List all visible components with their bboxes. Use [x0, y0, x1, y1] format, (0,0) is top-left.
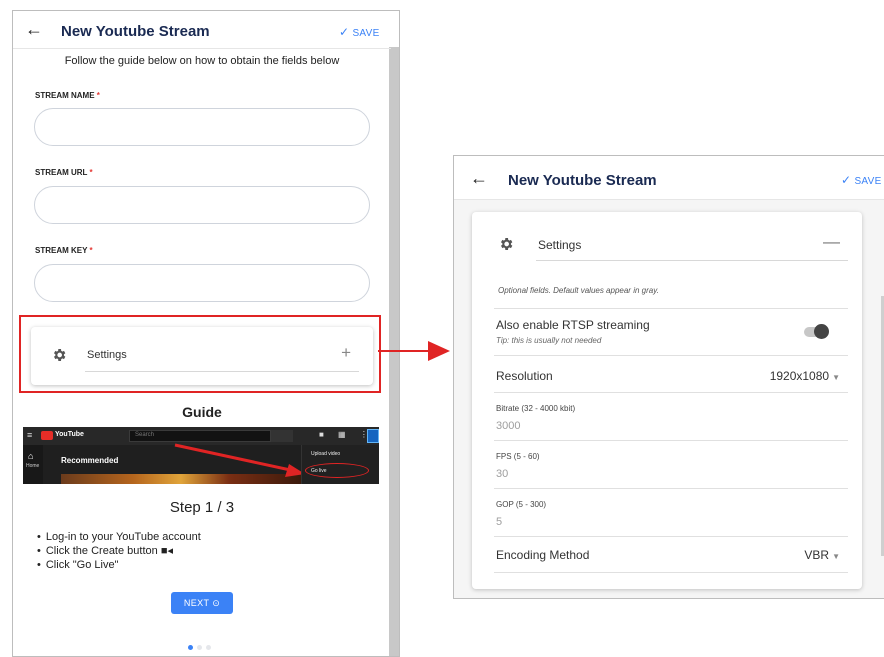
youtube-logo-icon	[41, 431, 53, 440]
yt-logo-text: YouTube	[55, 431, 84, 438]
check-icon: ✓	[841, 173, 852, 187]
encoding-label: Encoding Method	[496, 548, 590, 562]
stream-url-input[interactable]	[34, 186, 370, 224]
fps-label: FPS (5 - 60)	[496, 452, 540, 461]
right-header: ← New Youtube Stream ✓ SAVE	[454, 156, 884, 200]
save-button[interactable]: ✓ SAVE	[841, 173, 882, 187]
carousel-dot-active[interactable]	[188, 645, 193, 650]
toggle-knob	[814, 324, 829, 339]
rtsp-label: Also enable RTSP streaming	[496, 318, 650, 332]
divider	[494, 392, 848, 393]
divider	[85, 371, 359, 372]
encoding-select[interactable]: VBR ▼	[804, 548, 840, 562]
guide-heading: Guide	[182, 404, 222, 420]
divider	[494, 536, 848, 537]
yt-search-placeholder: Search	[135, 432, 155, 438]
divider	[494, 488, 848, 489]
next-button[interactable]: NEXT ⊙	[171, 592, 233, 614]
bitrate-label: Bitrate (32 - 4000 kbit)	[496, 404, 576, 413]
divider	[536, 260, 848, 261]
settings-expander[interactable]: Settings +	[31, 327, 373, 385]
rtsp-tip: Tip: this is usually not needed	[496, 336, 602, 345]
connector-line	[378, 350, 430, 352]
yt-home-label: Home	[26, 463, 40, 469]
yt-avatar	[367, 429, 379, 443]
list-item: Click the Create button ■◂	[37, 544, 201, 558]
right-panel: ← New Youtube Stream ✓ SAVE Settings — O…	[453, 155, 884, 599]
rtsp-toggle[interactable]	[804, 324, 829, 339]
carousel-dot[interactable]	[206, 645, 211, 650]
step-title: Step 1 / 3	[169, 499, 235, 516]
hamburger-menu-icon: ≡	[27, 430, 33, 440]
stream-key-input[interactable]	[34, 264, 370, 302]
arrow-left-icon[interactable]: ←	[25, 19, 43, 40]
settings-title: Settings	[538, 238, 582, 252]
stream-url-label: STREAM URL *	[35, 168, 93, 177]
home-icon: ⌂	[28, 451, 34, 461]
divider	[494, 440, 848, 441]
divider	[494, 572, 848, 573]
guide-intro: Follow the guide below on how to obtain …	[64, 55, 340, 67]
divider	[494, 308, 848, 309]
yt-top-icons: ■ ▦ ⋮	[319, 430, 374, 439]
fps-input[interactable]: 30	[496, 468, 508, 480]
page-title: New Youtube Stream	[508, 172, 657, 189]
resolution-select[interactable]: 1920x1080 ▼	[770, 369, 840, 383]
save-label: SAVE	[854, 176, 882, 187]
carousel-dots	[188, 637, 215, 655]
save-button[interactable]: ✓ SAVE	[339, 25, 380, 39]
left-panel: ← New Youtube Stream ✓ SAVE Follow the g…	[12, 10, 400, 657]
caret-down-icon: ▼	[832, 552, 840, 561]
stream-key-label: STREAM KEY *	[35, 246, 93, 255]
check-icon: ✓	[339, 25, 350, 39]
expand-plus-icon[interactable]: +	[341, 343, 351, 363]
red-arrow-icon	[174, 443, 305, 477]
gear-icon	[54, 349, 66, 361]
bitrate-input[interactable]: 3000	[496, 420, 520, 432]
divider	[494, 355, 848, 356]
settings-label: Settings	[87, 349, 127, 361]
red-ellipse-highlight	[305, 463, 369, 478]
chevron-right-circle-icon: ⊙	[212, 598, 221, 608]
left-header: ← New Youtube Stream ✓ SAVE	[13, 11, 391, 49]
caret-down-icon: ▼	[832, 373, 840, 382]
page-title: New Youtube Stream	[61, 23, 210, 40]
gop-label: GOP (5 - 300)	[496, 500, 547, 509]
yt-recommended-label: Recommended	[61, 456, 119, 465]
video-camera-icon: ■◂	[160, 545, 173, 557]
resolution-value: 1920x1080	[769, 369, 830, 383]
connector-arrowhead-icon	[428, 341, 450, 361]
carousel-dot[interactable]	[197, 645, 202, 650]
save-label: SAVE	[352, 28, 380, 39]
encoding-value: VBR	[804, 548, 830, 562]
gop-input[interactable]: 5	[496, 516, 502, 528]
youtube-guide-screenshot: ≡ YouTube Search ■ ▦ ⋮ ⌂ Home Recommende…	[23, 427, 379, 484]
steps-list: Log-in to your YouTube account Click the…	[37, 530, 201, 572]
settings-card: Settings — Optional fields. Default valu…	[472, 212, 862, 589]
scrollbar[interactable]	[389, 47, 399, 656]
stream-name-input[interactable]	[34, 108, 370, 146]
gear-icon	[501, 238, 513, 250]
collapse-minus-icon[interactable]: —	[823, 232, 840, 252]
resolution-label: Resolution	[496, 369, 553, 383]
list-item: Log-in to your YouTube account	[37, 530, 201, 544]
list-item: Click "Go Live"	[37, 558, 201, 572]
arrow-left-icon[interactable]: ←	[470, 168, 488, 189]
stream-name-label: STREAM NAME *	[35, 91, 100, 100]
optional-note: Optional fields. Default values appear i…	[498, 286, 659, 295]
yt-upload-video-item: Upload video	[311, 451, 341, 457]
